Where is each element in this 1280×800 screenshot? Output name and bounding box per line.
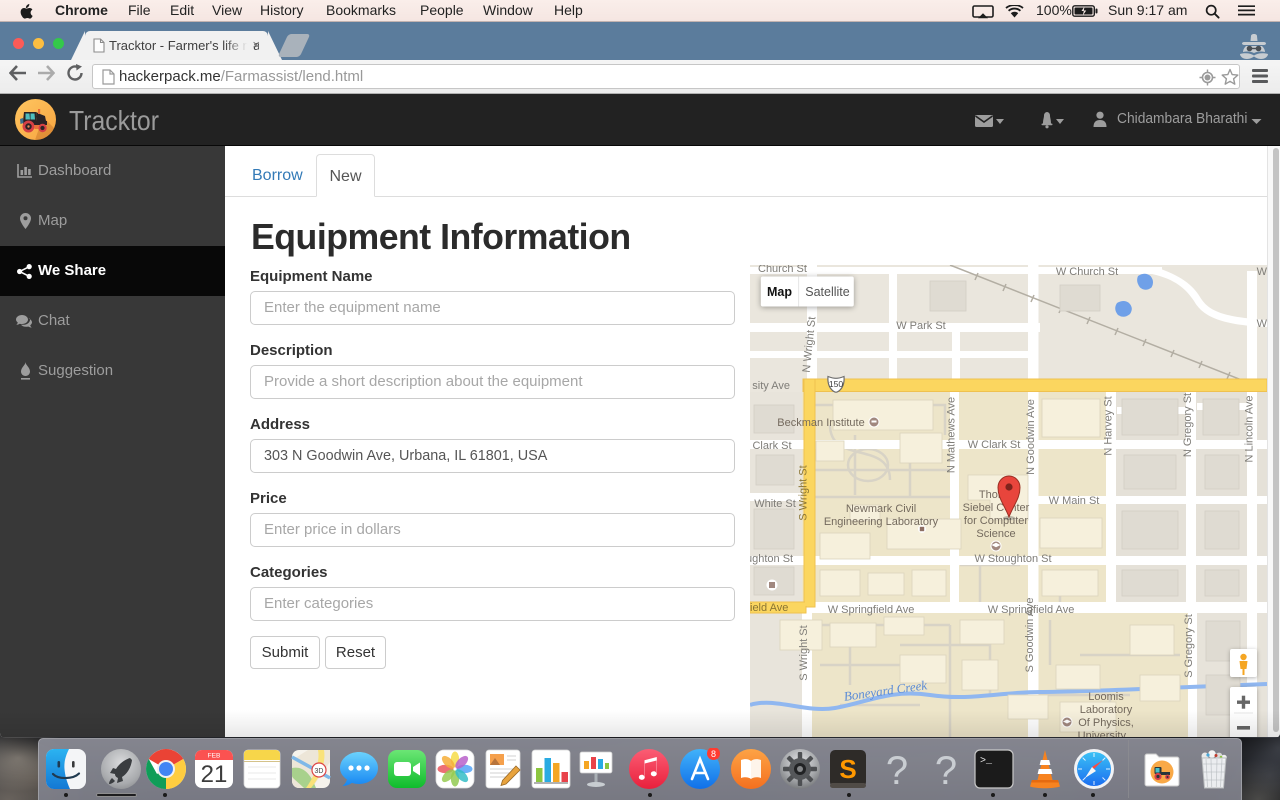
- svg-text:S Wright St: S Wright St: [798, 625, 810, 680]
- svg-text:N Goodwin Ave: N Goodwin Ave: [1025, 399, 1037, 475]
- svg-text:3D: 3D: [315, 768, 324, 775]
- svg-text:White St: White St: [754, 498, 796, 510]
- svg-text:Satellite: Satellite: [805, 285, 850, 299]
- svg-text:S Wright St: S Wright St: [798, 465, 810, 520]
- svg-text:N Gregory St: N Gregory St: [1182, 393, 1194, 457]
- svg-text:?: ?: [886, 749, 908, 790]
- svg-text:FEB: FEB: [208, 753, 221, 760]
- svg-text:S: S: [839, 754, 856, 784]
- svg-text:sity Ave: sity Ave: [752, 380, 790, 392]
- svg-text:Siebel Center: Siebel Center: [963, 502, 1030, 514]
- svg-text:Newmark Civil: Newmark Civil: [846, 503, 916, 515]
- svg-text:Beckman Institute: Beckman Institute: [777, 417, 864, 429]
- svg-text:Clark St: Clark St: [752, 440, 791, 452]
- svg-text:W: W: [1257, 318, 1267, 330]
- svg-text:>_: >_: [980, 756, 993, 767]
- svg-text:W Church St: W Church St: [1056, 266, 1118, 278]
- svg-text:for Computer: for Computer: [964, 515, 1029, 527]
- svg-text:W Main St: W Main St: [1049, 495, 1100, 507]
- svg-text:ield Ave: ield Ave: [750, 602, 788, 614]
- svg-text:8: 8: [711, 749, 716, 759]
- svg-text:21: 21: [201, 761, 228, 788]
- svg-text:150: 150: [829, 379, 843, 389]
- svg-text:N Harvey St: N Harvey St: [1103, 396, 1115, 455]
- svg-text:W: W: [1257, 266, 1267, 278]
- svg-text:N Lincoln Ave: N Lincoln Ave: [1244, 395, 1256, 462]
- svg-text:Map: Map: [767, 285, 792, 299]
- svg-text:W Park St: W Park St: [896, 320, 946, 332]
- svg-text:?: ?: [935, 749, 957, 790]
- svg-text:Loomis: Loomis: [1088, 691, 1124, 703]
- svg-text:W Stoughton St: W Stoughton St: [974, 553, 1051, 565]
- svg-text:Science: Science: [976, 528, 1015, 540]
- svg-text:ughton St: ughton St: [750, 553, 793, 565]
- svg-text:S Gregory St: S Gregory St: [1183, 614, 1195, 678]
- svg-text:N Mathews Ave: N Mathews Ave: [946, 397, 958, 473]
- svg-text:S Goodwin Ave: S Goodwin Ave: [1024, 597, 1036, 672]
- svg-text:W Clark St: W Clark St: [968, 439, 1021, 451]
- svg-text:W Springfield Ave: W Springfield Ave: [828, 604, 915, 616]
- svg-text:Church St: Church St: [758, 265, 807, 275]
